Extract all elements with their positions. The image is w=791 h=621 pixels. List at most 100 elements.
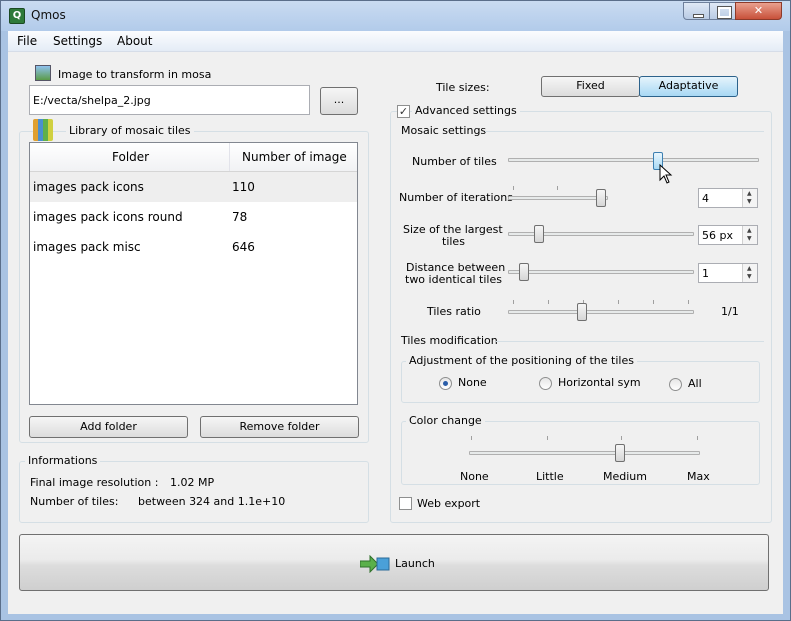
ratio-track	[508, 310, 694, 314]
largest-label-line2: tiles	[442, 235, 465, 248]
app-icon: Q	[9, 8, 25, 24]
advanced-label: Advanced settings	[412, 104, 520, 117]
color-change-slider[interactable]	[615, 444, 625, 462]
color-change-label: Color change	[406, 414, 485, 427]
image-path-input[interactable]: E:/vecta/shelpa_2.jpg	[29, 85, 310, 115]
table-row[interactable]: images pack icons 110	[30, 172, 357, 202]
web-export-checkbox[interactable]	[399, 497, 412, 510]
app-window: Q Qmos ✕ File Settings About Image to tr…	[0, 0, 791, 621]
color-tick-medium: Medium	[603, 470, 647, 483]
num-tiles-label: Number of tiles	[412, 155, 497, 168]
info-label: Informations	[25, 454, 101, 467]
close-button[interactable]: ✕	[735, 2, 782, 20]
launch-button[interactable]: Launch	[19, 534, 769, 591]
num-tiles-track	[508, 158, 759, 162]
radio-horizontal-sym-label: Horizontal sym	[558, 376, 641, 389]
color-tick-max: Max	[687, 470, 710, 483]
radio-none-label: None	[458, 376, 487, 389]
tick	[618, 300, 619, 304]
menu-settings[interactable]: Settings	[53, 34, 102, 48]
row-count: 110	[232, 180, 255, 194]
title-bar[interactable]: Q Qmos ✕	[1, 1, 790, 31]
table-header: Folder Number of image	[30, 143, 357, 172]
library-label: Library of mosaic tiles	[66, 124, 194, 137]
spin-buttons[interactable]: ▲ ▼	[742, 189, 757, 207]
maximize-button[interactable]	[709, 2, 736, 20]
table-row[interactable]: images pack misc 646	[30, 232, 357, 262]
advanced-checkbox[interactable]: ✓	[397, 105, 410, 118]
tick	[621, 436, 622, 440]
iterations-spinbox[interactable]: 4 ▲ ▼	[698, 188, 758, 208]
row-folder: images pack icons round	[33, 210, 183, 224]
column-folder[interactable]: Folder	[112, 150, 149, 164]
mosaic-settings-label: Mosaic settings	[401, 124, 487, 137]
iterations-track	[508, 196, 608, 200]
tiles-mod-label: Tiles modification	[401, 334, 498, 347]
row-count: 646	[232, 240, 255, 254]
tiles-count-value: between 324 and 1.1e+10	[138, 495, 286, 508]
tile-sizes-label: Tile sizes:	[436, 81, 490, 94]
largest-slider[interactable]	[534, 225, 544, 243]
largest-value: 56 px	[702, 229, 733, 242]
divider	[496, 341, 764, 342]
client-area: File Settings About Image to transform i…	[8, 31, 783, 614]
largest-spinbox[interactable]: 56 px ▲ ▼	[698, 225, 758, 245]
distance-track	[508, 270, 694, 274]
tick	[513, 186, 514, 190]
column-divider	[229, 143, 230, 171]
image-icon	[35, 65, 51, 81]
tick	[471, 436, 472, 440]
tick	[557, 186, 558, 190]
launch-icon	[360, 555, 390, 573]
row-count: 78	[232, 210, 248, 224]
tick	[548, 300, 549, 304]
tick	[688, 300, 689, 304]
add-folder-button[interactable]: Add folder	[29, 416, 188, 438]
mouse-cursor-icon	[659, 164, 673, 184]
launch-label: Launch	[395, 557, 435, 570]
color-change-track	[469, 451, 700, 455]
table-row[interactable]: images pack icons round 78	[30, 202, 357, 232]
menu-bar: File Settings About	[8, 31, 783, 52]
tick	[547, 436, 548, 440]
radio-all-label: All	[688, 377, 702, 390]
ratio-value: 1/1	[721, 305, 739, 318]
distance-spinbox[interactable]: 1 ▲ ▼	[698, 263, 758, 283]
resolution-label: Final image resolution :	[30, 476, 159, 489]
radio-none[interactable]	[439, 377, 452, 390]
ratio-slider[interactable]	[577, 303, 587, 321]
remove-folder-button[interactable]: Remove folder	[200, 416, 359, 438]
web-export-label: Web export	[417, 497, 481, 510]
tick	[653, 300, 654, 304]
distance-label-line2: two identical tiles	[405, 273, 502, 286]
color-tick-none: None	[460, 470, 489, 483]
row-folder: images pack misc	[33, 240, 141, 254]
minimize-button[interactable]	[683, 2, 710, 20]
window-title: Qmos	[31, 8, 66, 22]
spin-buttons[interactable]: ▲ ▼	[742, 264, 757, 282]
fixed-button[interactable]: Fixed	[541, 76, 640, 97]
info-group	[19, 461, 369, 523]
spin-buttons[interactable]: ▲ ▼	[742, 226, 757, 244]
iterations-value: 4	[702, 192, 709, 205]
tick	[513, 300, 514, 304]
distance-slider[interactable]	[519, 263, 529, 281]
menu-about[interactable]: About	[117, 34, 152, 48]
row-folder: images pack icons	[33, 180, 144, 194]
image-group-label: Image to transform in mosa	[58, 68, 212, 81]
browse-button[interactable]: ...	[320, 87, 358, 115]
color-tick-little: Little	[536, 470, 564, 483]
column-count[interactable]: Number of image	[242, 150, 347, 164]
iterations-label: Number of iterations	[399, 191, 513, 204]
positioning-label: Adjustment of the positioning of the til…	[406, 354, 637, 367]
tick	[697, 436, 698, 440]
radio-all[interactable]	[669, 378, 682, 391]
distance-value: 1	[702, 267, 709, 280]
tiles-count-label: Number of tiles:	[30, 495, 119, 508]
iterations-slider[interactable]	[596, 189, 606, 207]
radio-horizontal-sym[interactable]	[539, 377, 552, 390]
adaptative-button[interactable]: Adaptative	[639, 76, 738, 97]
resolution-value: 1.02 MP	[170, 476, 215, 489]
menu-file[interactable]: File	[17, 34, 37, 48]
library-table: Folder Number of image images pack icons…	[29, 142, 358, 405]
